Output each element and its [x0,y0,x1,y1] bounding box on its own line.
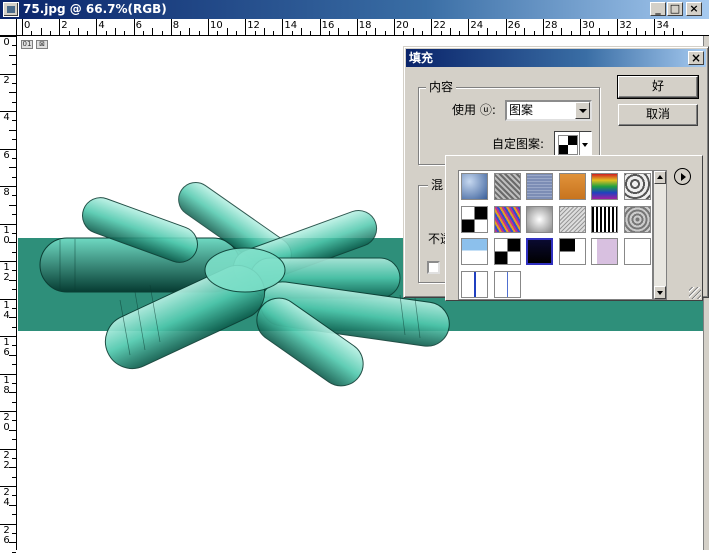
ruler-origin[interactable] [0,19,17,36]
custom-pattern-label: 自定图案: [492,137,545,151]
chevron-down-icon[interactable] [575,102,590,119]
lightblue-white-pattern[interactable] [461,238,488,265]
lavender-frame-pattern[interactable] [623,238,651,265]
clouds-pattern[interactable] [526,205,553,233]
black-corner-pattern[interactable] [558,238,586,265]
preserve-transparency-checkbox[interactable] [427,261,440,274]
dialog-close-button[interactable]: × [688,51,704,65]
noise-gray-pattern[interactable] [493,173,521,200]
use-label: 使用 ⓤ: [452,103,496,117]
dialog-title: 填充 [409,51,434,65]
bw-quad-pattern[interactable] [493,238,521,265]
dialog-title-bar[interactable]: 填充 × [406,49,706,67]
rainbow-pattern[interactable] [591,173,618,200]
ok-button[interactable]: 好 [617,75,699,99]
scroll-down-arrow-icon[interactable] [654,286,666,299]
checker-pattern[interactable] [461,205,488,233]
pattern-picker-popup [445,155,703,301]
ruler-minor-tick [12,551,16,553]
resize-grip-icon[interactable] [689,287,701,299]
orange-pattern[interactable] [558,173,586,200]
scroll-up-arrow-icon[interactable] [654,171,666,184]
pattern-menu-arrow-icon[interactable] [674,168,691,185]
blending-group-title: 混 [428,178,447,192]
stripes-pattern[interactable] [591,205,618,233]
lavender-pattern[interactable] [591,238,618,265]
use-select[interactable]: 图案 [505,100,592,121]
dotted-blue-line-pattern[interactable] [461,270,488,298]
dotted-line-pattern[interactable] [493,270,521,298]
content-group-title: 内容 [426,80,457,94]
marble-pattern[interactable] [623,173,651,200]
selected-pattern-swatch [558,135,578,155]
confetti-pattern[interactable] [493,205,521,233]
cancel-button[interactable]: 取消 [618,104,698,126]
navy-pattern[interactable] [526,238,553,265]
bubbles-pattern[interactable] [461,173,488,200]
use-select-value: 图案 [509,103,534,117]
granite-pattern[interactable] [558,205,586,233]
pattern-grid [458,170,653,300]
pattern-scrollbar[interactable] [653,170,667,300]
gray-noise-pattern[interactable] [623,205,651,233]
blue-texture-pattern[interactable] [526,173,553,200]
